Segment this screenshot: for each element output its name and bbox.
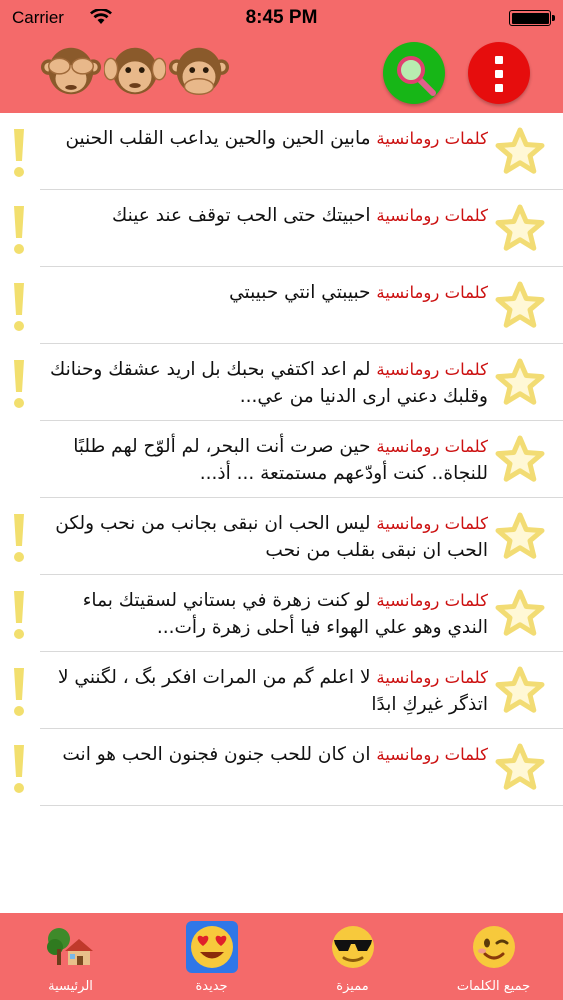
speak-no-evil-monkey-icon xyxy=(168,47,230,95)
list-item[interactable]: كلمات رومانسية لم اعد اكتفي بحبك بل اريد… xyxy=(0,344,563,421)
exclamation-icon xyxy=(12,743,26,795)
search-button[interactable] xyxy=(383,42,445,104)
status-bar: Carrier 8:45 PM xyxy=(0,0,563,38)
favorite-star-icon[interactable] xyxy=(495,281,545,331)
phrases-list: كلمات رومانسية مابين الحين والحين يداعب … xyxy=(0,113,563,806)
category-label: كلمات رومانسية xyxy=(376,514,488,533)
list-item[interactable]: كلمات رومانسية مابين الحين والحين يداعب … xyxy=(0,113,563,190)
menu-button[interactable] xyxy=(468,42,530,104)
see-no-evil-monkey-icon xyxy=(40,47,102,95)
category-label: كلمات رومانسية xyxy=(376,206,488,225)
magnifier-icon xyxy=(397,56,436,96)
favorite-star-icon[interactable] xyxy=(495,743,545,793)
sunglasses-icon xyxy=(327,921,379,973)
exclamation-icon xyxy=(12,281,26,333)
winking-face-icon xyxy=(468,921,520,973)
phrase-text: كلمات رومانسية احبيتك حتى الحب توقف عند … xyxy=(48,202,488,256)
list-item[interactable]: كلمات رومانسية لو كنت زهرة في بستاني لسق… xyxy=(0,575,563,652)
category-label: كلمات رومانسية xyxy=(376,591,488,610)
favorite-star-icon[interactable] xyxy=(495,435,545,485)
category-label: كلمات رومانسية xyxy=(376,129,488,148)
favorite-star-icon[interactable] xyxy=(495,512,545,562)
vertical-dots-icon xyxy=(495,56,503,98)
battery-icon xyxy=(509,10,555,26)
exclamation-icon xyxy=(12,666,26,718)
tab-house[interactable]: الرئيسية xyxy=(0,913,141,1000)
heart-eyes-icon xyxy=(186,921,238,973)
category-label: كلمات رومانسية xyxy=(376,283,488,302)
header-bar: Carrier 8:45 PM xyxy=(0,0,563,113)
category-label: كلمات رومانسية xyxy=(376,360,488,379)
tab-sunglasses[interactable]: مميزة xyxy=(282,913,423,1000)
favorite-star-icon[interactable] xyxy=(495,358,545,408)
phrase-body: ان كان للحب جنون فجنون الحب هو انت xyxy=(62,744,371,765)
list-item[interactable]: كلمات رومانسية حبيبتي انتي حبيبتي xyxy=(0,267,563,344)
category-label: كلمات رومانسية xyxy=(376,745,488,764)
app-logo-monkeys xyxy=(40,40,230,102)
phrase-text: كلمات رومانسية ان كان للحب جنون فجنون ال… xyxy=(48,741,488,795)
phrase-text: كلمات رومانسية لم اعد اكتفي بحبك بل اريد… xyxy=(48,356,488,410)
tab-winking-face[interactable]: جميع الكلمات xyxy=(423,913,563,1000)
tab-label: جديدة xyxy=(195,979,228,994)
exclamation-icon xyxy=(12,512,26,564)
phrase-text: كلمات رومانسية حبيبتي انتي حبيبتي xyxy=(48,279,488,333)
status-time: 8:45 PM xyxy=(245,7,318,28)
list-item[interactable]: كلمات رومانسية لا اعلم گم من المرات افكر… xyxy=(0,652,563,729)
list-item[interactable]: كلمات رومانسية حين صرت أنت البحر، لم ألو… xyxy=(0,421,563,498)
house-icon xyxy=(45,921,97,973)
exclamation-icon xyxy=(12,589,26,641)
phrase-text: كلمات رومانسية لا اعلم گم من المرات افكر… xyxy=(48,664,488,718)
favorite-star-icon[interactable] xyxy=(495,666,545,716)
category-label: كلمات رومانسية xyxy=(376,668,488,687)
tab-label: جميع الكلمات xyxy=(456,979,531,994)
favorite-star-icon[interactable] xyxy=(495,127,545,177)
phrase-body: حبيبتي انتي حبيبتي xyxy=(229,282,371,303)
phrase-text: كلمات رومانسية ليس الحب ان نبقى بجانب من… xyxy=(48,510,488,564)
favorite-star-icon[interactable] xyxy=(495,589,545,639)
list-item[interactable]: كلمات رومانسية احبيتك حتى الحب توقف عند … xyxy=(0,190,563,267)
favorite-star-icon[interactable] xyxy=(495,204,545,254)
list-item[interactable]: كلمات رومانسية ليس الحب ان نبقى بجانب من… xyxy=(0,498,563,575)
exclamation-icon xyxy=(12,204,26,256)
phrase-text: كلمات رومانسية مابين الحين والحين يداعب … xyxy=(48,125,488,179)
list-item[interactable]: كلمات رومانسية ان كان للحب جنون فجنون ال… xyxy=(0,729,563,806)
phrase-text: كلمات رومانسية حين صرت أنت البحر، لم ألو… xyxy=(48,433,488,487)
phrase-text: كلمات رومانسية لو كنت زهرة في بستاني لسق… xyxy=(48,587,488,641)
tab-label: مميزة xyxy=(336,979,369,994)
phrase-body: مابين الحين والحين يداعب القلب الحنين xyxy=(65,128,371,149)
tab-bar: الرئيسية جديدة مميزة جميع الكلمات xyxy=(0,913,563,1000)
hear-no-evil-monkey-icon xyxy=(104,47,166,95)
exclamation-icon xyxy=(12,127,26,179)
tab-heart-eyes[interactable]: جديدة xyxy=(141,913,282,1000)
tab-label: الرئيسية xyxy=(48,979,93,994)
phrase-body: احبيتك حتى الحب توقف عند عينك xyxy=(112,205,371,226)
category-label: كلمات رومانسية xyxy=(376,437,488,456)
exclamation-icon xyxy=(12,358,26,410)
